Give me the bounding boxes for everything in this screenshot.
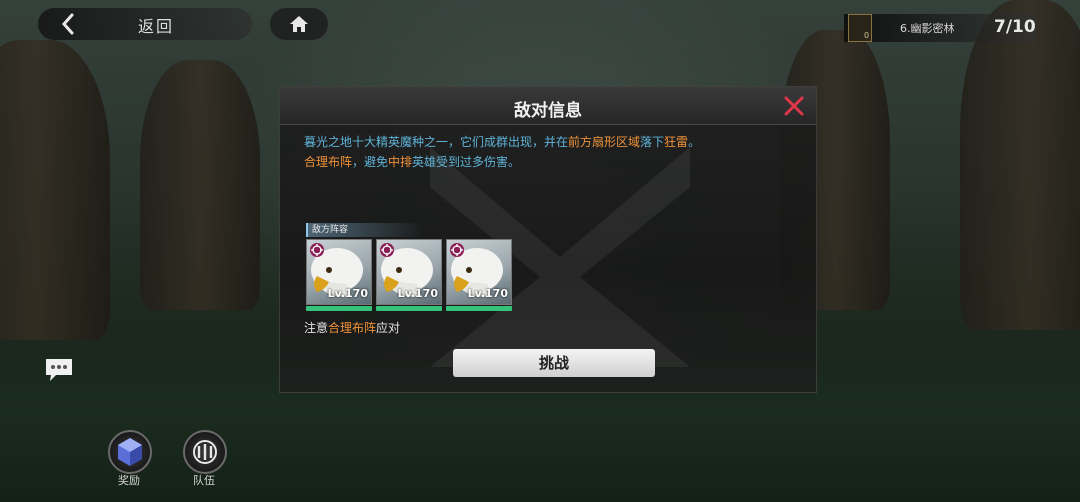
desc-highlight: 合理布阵	[304, 155, 353, 169]
stage-progress: 7/10	[994, 17, 1036, 37]
desc-highlight: 中排	[388, 155, 413, 169]
team-helmet-icon	[193, 440, 217, 464]
enemy-hp-bar	[376, 306, 442, 311]
target-icon	[450, 243, 464, 257]
team-button[interactable]	[183, 430, 227, 474]
desc-text: 。	[688, 135, 701, 149]
enemy-hp-bar	[306, 306, 372, 311]
enemy-lineup: Lv.170 Lv.170 Lv.170	[306, 239, 512, 313]
desc-highlight: 狂雷	[664, 135, 689, 149]
crystal-cube-icon	[118, 438, 142, 466]
desc-text: ，避免	[352, 155, 389, 169]
note-text: 注意	[304, 321, 329, 335]
dialog-title: 敌对信息	[514, 101, 582, 121]
enemy-card[interactable]: Lv.170	[446, 239, 512, 313]
enemy-hp-bar	[446, 306, 512, 311]
description-line-1: 暮光之地十大精英魔种之一，它们成群出现，并在前方扇形区域落下狂雷。	[304, 132, 700, 152]
note-highlight: 合理布阵	[328, 321, 377, 335]
back-arrow-icon	[52, 8, 84, 40]
home-button[interactable]	[270, 8, 328, 40]
close-icon[interactable]	[782, 94, 806, 118]
enemy-level: Lv.170	[397, 287, 438, 300]
stage-name: 6.幽影密林	[900, 22, 955, 35]
target-icon	[380, 243, 394, 257]
target-icon	[310, 243, 324, 257]
enemy-lineup-tag: 敌方阵容	[306, 223, 424, 237]
desc-text: 英雄受到过多伤害。	[412, 155, 521, 169]
chat-icon[interactable]	[44, 357, 74, 383]
team-label: 队伍	[193, 474, 215, 487]
enemy-level: Lv.170	[467, 287, 508, 300]
desc-text: 暮光之地十大精英魔种之一，它们成群出现，并在	[304, 135, 569, 149]
desc-text: 落下	[640, 135, 665, 149]
strategy-note: 注意合理布阵应对	[304, 319, 400, 336]
stage-emblem-number: 0	[864, 31, 870, 40]
note-text: 应对	[376, 321, 401, 335]
enemy-card[interactable]: Lv.170	[306, 239, 372, 313]
rewards-label: 奖励	[118, 474, 140, 487]
back-label: 返回	[138, 17, 175, 36]
desc-highlight: 前方扇形区域	[568, 135, 641, 149]
home-icon	[290, 16, 308, 32]
enemy-info-dialog: 敌对信息 暮光之地十大精英魔种之一，它们成群出现，并在前方扇形区域落下狂雷。 合…	[279, 86, 817, 393]
back-button[interactable]: 返回	[38, 8, 252, 40]
enemy-card[interactable]: Lv.170	[376, 239, 442, 313]
challenge-button[interactable]: 挑战	[453, 349, 655, 377]
rewards-button[interactable]	[108, 430, 152, 474]
dialog-header: 敌对信息	[280, 87, 816, 125]
enemy-description: 暮光之地十大精英魔种之一，它们成群出现，并在前方扇形区域落下狂雷。 合理布阵，避…	[304, 132, 700, 172]
description-line-2: 合理布阵，避免中排英雄受到过多伤害。	[304, 152, 700, 172]
enemy-level: Lv.170	[327, 287, 368, 300]
